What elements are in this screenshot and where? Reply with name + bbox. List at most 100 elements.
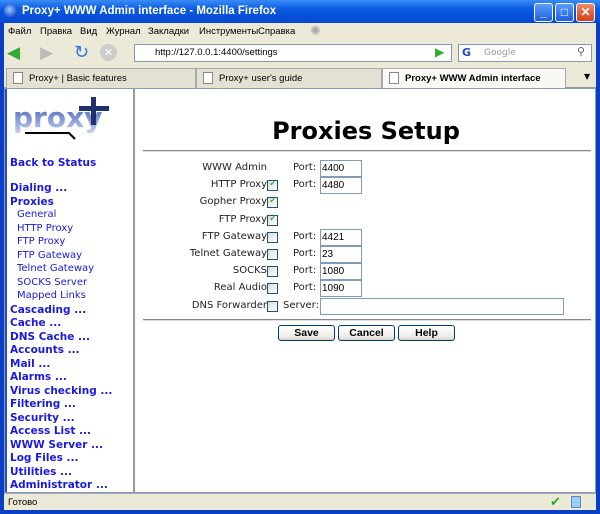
sidebar-item-http-proxy[interactable]: HTTP Proxy xyxy=(17,223,73,234)
reload-icon[interactable]: ↻ xyxy=(74,42,89,63)
http-proxy-label: HTTP Proxy xyxy=(210,179,267,191)
stop-icon[interactable]: ✕ xyxy=(100,44,117,61)
sidebar-item-alarms[interactable]: Alarms ... xyxy=(10,371,67,383)
proxies-setup-form: Proxies Setup WWW Admin Port: 4400 HTTP Pro… xyxy=(137,89,595,492)
firefox-icon xyxy=(4,4,18,18)
www-admin-port-input[interactable]: 4400 xyxy=(320,160,362,177)
divider xyxy=(143,150,591,152)
ftp-proxy-checkbox[interactable] xyxy=(267,213,278,226)
status-text: Готово xyxy=(8,497,38,508)
sidebar-item-filtering[interactable]: Filtering ... xyxy=(10,398,76,410)
telnet-gateway-port-input[interactable]: 23 xyxy=(320,246,362,263)
sidebar-item-administrator[interactable]: Administrator ... xyxy=(10,479,108,491)
sidebar-item-security[interactable]: Security ... xyxy=(10,412,75,424)
sidebar-item-dns-cache[interactable]: DNS Cache ... xyxy=(10,331,90,343)
tab-label: Proxy+ | Basic features xyxy=(29,73,127,84)
save-button[interactable]: Save xyxy=(278,325,335,341)
http-proxy-checkbox[interactable] xyxy=(267,178,278,192)
google-icon[interactable]: G xyxy=(462,46,471,59)
sidebar-item-dialing[interactable]: Dialing ... xyxy=(10,182,67,194)
gopher-proxy-label: Gopher Proxy xyxy=(199,196,267,208)
url-input[interactable]: http://127.0.0.1:4400/settings xyxy=(134,44,452,62)
real-audio-port-input[interactable]: 1090 xyxy=(320,280,362,298)
real-audio-checkbox[interactable] xyxy=(267,283,278,295)
www-admin-field-label: Port: xyxy=(293,162,317,173)
sidebar-item-general[interactable]: General xyxy=(17,209,56,220)
minimize-button[interactable]: _ xyxy=(534,3,553,22)
title-bar: Proxy+ WWW Admin interface - Mozilla Fir… xyxy=(0,0,600,23)
menu-history[interactable]: Журнал xyxy=(106,26,141,37)
go-icon[interactable]: ▶ xyxy=(435,45,444,59)
menu-view[interactable]: Вид xyxy=(80,26,97,37)
http-proxy-field-label: Port: xyxy=(293,179,317,191)
navigation-toolbar: ◀ ▶ ↻ ✕ http://127.0.0.1:4400/settings ▶… xyxy=(4,41,596,66)
back-icon[interactable]: ◀ xyxy=(7,43,20,63)
http-proxy-port-input[interactable]: 4480 xyxy=(320,177,362,195)
socks-checkbox[interactable] xyxy=(267,266,278,278)
ftp-gateway-checkbox[interactable] xyxy=(267,231,278,243)
ftp-gateway-field-label: Port: xyxy=(293,230,317,242)
tab-label: Proxy+ WWW Admin interface xyxy=(405,73,541,84)
ftp-proxy-label: FTP Proxy xyxy=(218,213,267,225)
sidebar-item-ftp-proxy[interactable]: FTP Proxy xyxy=(17,236,65,247)
gopher-proxy-checkbox[interactable] xyxy=(267,195,278,209)
sidebar-item-access-list[interactable]: Access List ... xyxy=(10,425,91,437)
tab-users-guide[interactable]: Proxy+ user's guide xyxy=(196,68,382,88)
dns-forwarder-field-label: Server: xyxy=(283,299,319,311)
sidebar-item-mail[interactable]: Mail ... xyxy=(10,358,50,370)
dns-forwarder-label: DNS Forwarder xyxy=(191,299,267,311)
svg-text:proxy: proxy xyxy=(13,101,102,134)
throbber-icon: ✺ xyxy=(310,23,321,38)
sidebar-item-telnet-gateway[interactable]: Telnet Gateway xyxy=(17,263,94,274)
ftp-gateway-port-input[interactable]: 4421 xyxy=(320,228,362,246)
divider xyxy=(143,319,591,321)
socks-field-label: Port: xyxy=(293,265,317,277)
page-title: Proxies Setup xyxy=(272,117,460,145)
sidebar-item-accounts[interactable]: Accounts ... xyxy=(10,344,80,356)
tab-admin-interface[interactable]: Proxy+ WWW Admin interface xyxy=(382,68,566,89)
dns-forwarder-checkbox[interactable] xyxy=(267,300,278,312)
close-button[interactable]: ✕ xyxy=(576,3,595,22)
menu-tools[interactable]: Инструменты xyxy=(199,26,258,37)
real-audio-label: Real Audio xyxy=(213,282,267,294)
sidebar-item-proxies[interactable]: Proxies xyxy=(10,196,54,208)
sidebar-item-log-files[interactable]: Log Files ... xyxy=(10,452,78,464)
page-icon xyxy=(203,72,213,84)
sidebar-item-utilities[interactable]: Utilities ... xyxy=(10,466,72,478)
www-admin-label: WWW Admin xyxy=(202,162,267,173)
page-icon xyxy=(13,72,23,84)
sidebar-item-virus-checking[interactable]: Virus checking ... xyxy=(10,385,112,397)
sidebar: proxy Back to Status Dialing ... Proxies G… xyxy=(5,89,135,492)
ftp-gateway-label: FTP Gateway xyxy=(201,230,267,242)
telnet-gateway-checkbox[interactable] xyxy=(267,249,278,260)
tab-list-icon[interactable]: ▼ xyxy=(584,72,590,81)
telnet-gateway-label: Telnet Gateway xyxy=(189,248,267,259)
sidebar-item-www-server[interactable]: WWW Server ... xyxy=(10,439,103,451)
menu-bookmarks[interactable]: Закладки xyxy=(148,26,189,37)
tab-basic-features[interactable]: Proxy+ | Basic features xyxy=(6,68,196,88)
window-title: Proxy+ WWW Admin interface - Mozilla Fir… xyxy=(22,5,277,17)
proxy-plus-logo: proxy xyxy=(13,97,109,140)
back-to-status-link[interactable]: Back to Status xyxy=(10,157,96,169)
sidebar-item-socks-server[interactable]: SOCKS Server xyxy=(17,277,87,288)
sidebar-item-mapped-links[interactable]: Mapped Links xyxy=(17,290,86,301)
maximize-button[interactable]: □ xyxy=(555,3,574,22)
help-button[interactable]: Help xyxy=(398,325,455,341)
forward-icon[interactable]: ▶ xyxy=(40,43,53,63)
menu-edit[interactable]: Правка xyxy=(40,26,72,37)
menu-file[interactable]: Файл xyxy=(8,26,31,37)
sidebar-item-cascading[interactable]: Cascading ... xyxy=(10,304,86,316)
search-icon[interactable]: ⚲ xyxy=(577,45,585,58)
sidebar-item-ftp-gateway[interactable]: FTP Gateway xyxy=(17,250,82,261)
telnet-gateway-field-label: Port: xyxy=(293,248,317,259)
sidebar-item-cache[interactable]: Cache ... xyxy=(10,317,61,329)
tab-bar: Proxy+ | Basic features Proxy+ user's gu… xyxy=(4,66,596,89)
page-icon xyxy=(389,72,399,84)
page-info-icon xyxy=(571,496,581,508)
menu-help[interactable]: Справка xyxy=(258,26,295,37)
search-input[interactable]: Google xyxy=(458,44,592,62)
cancel-button[interactable]: Cancel xyxy=(338,325,395,341)
menu-bar: Файл Правка Вид Журнал Закладки Инструме… xyxy=(4,23,596,41)
socks-port-input[interactable]: 1080 xyxy=(320,263,362,281)
dns-forwarder-server-input[interactable] xyxy=(320,297,564,315)
